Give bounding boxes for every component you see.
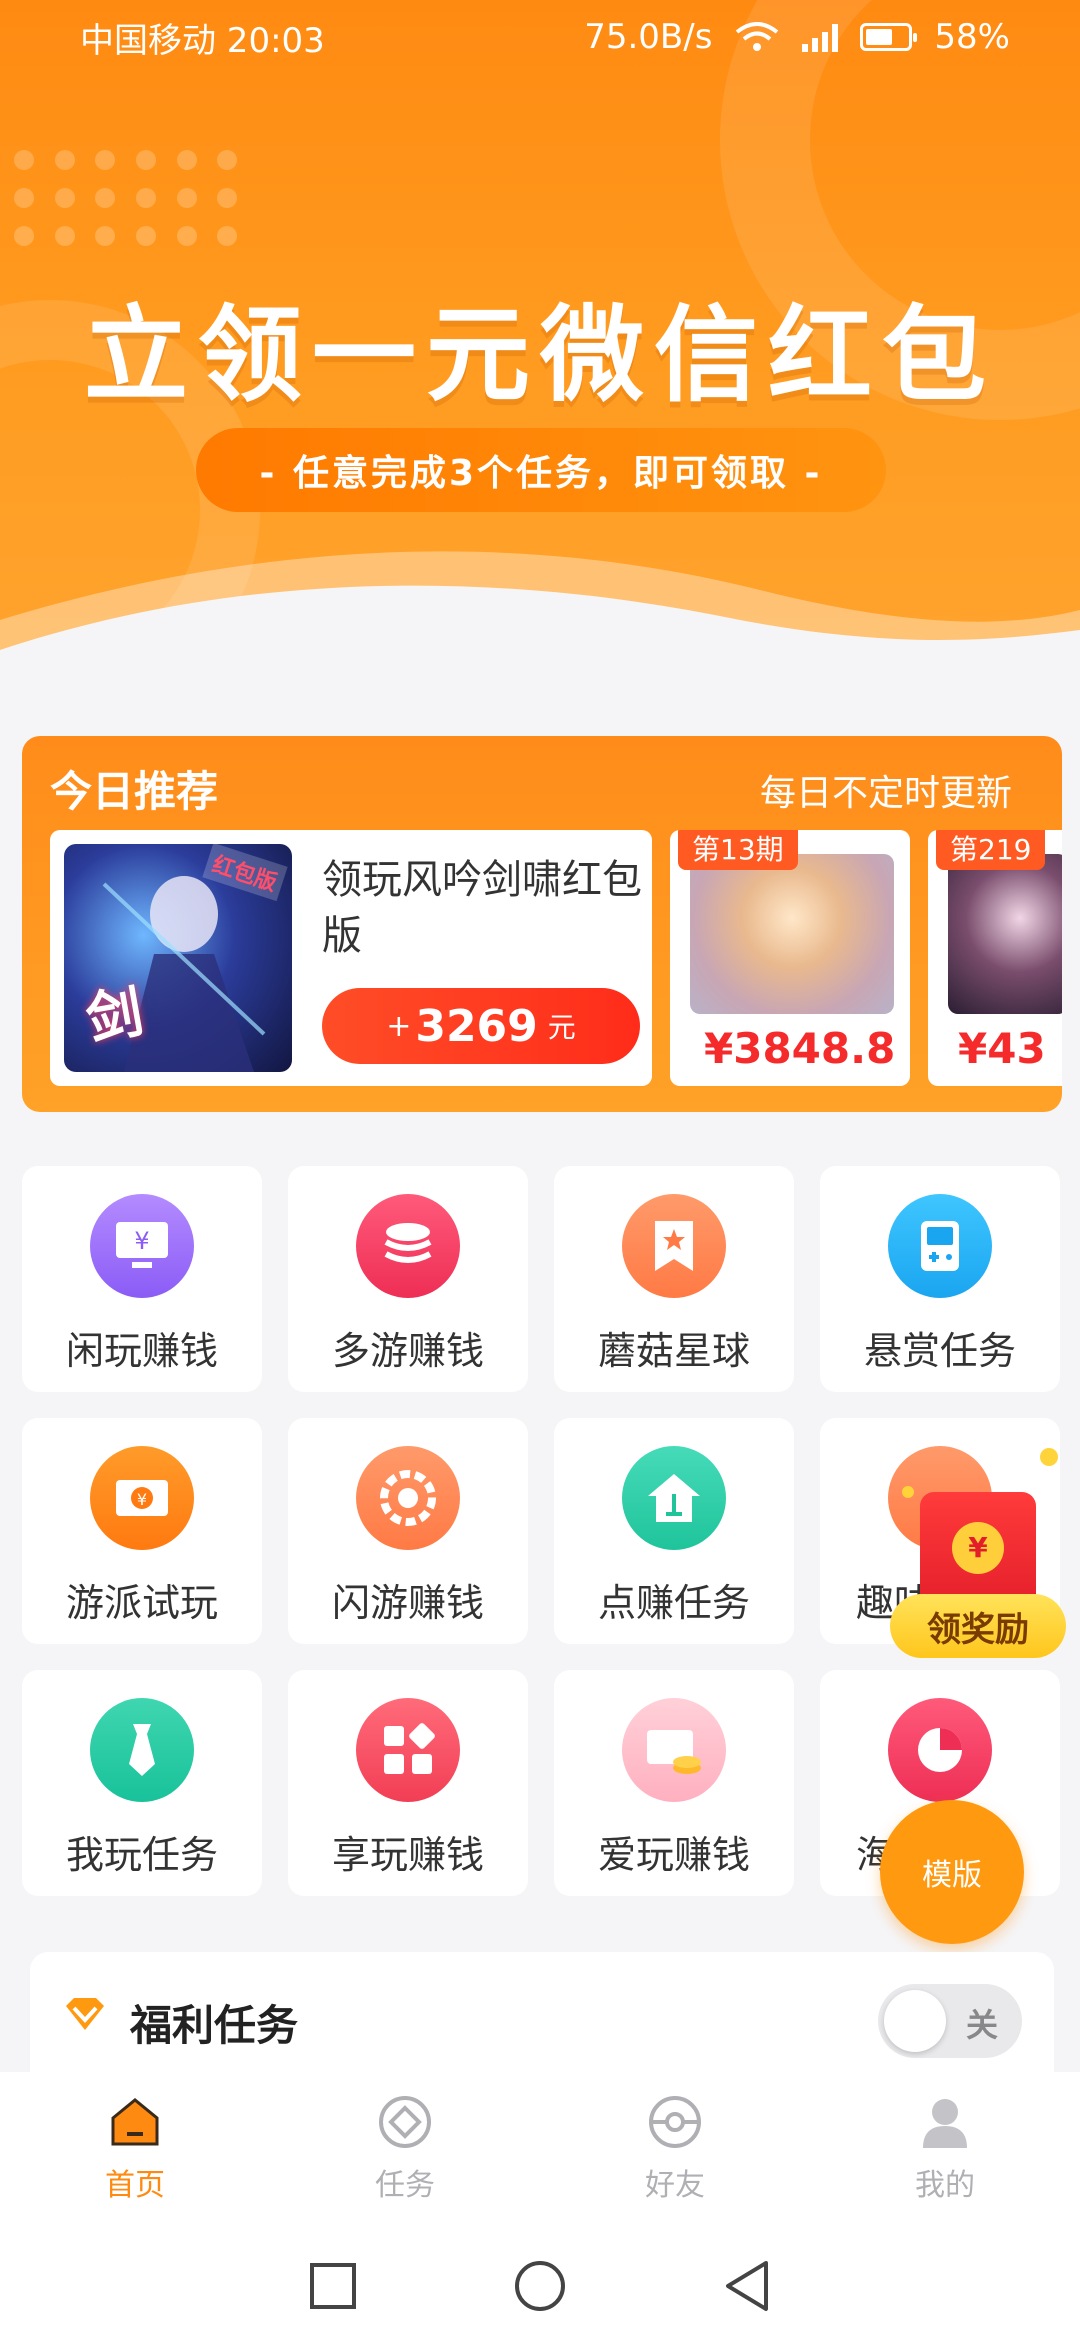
sparkle-icon xyxy=(1040,1448,1058,1466)
template-button[interactable]: 模版 xyxy=(880,1800,1024,1944)
toggle-knob xyxy=(884,1990,946,2052)
reward-plus: + xyxy=(386,1008,412,1044)
recommend-subtitle: 每日不定时更新 xyxy=(759,773,1012,814)
recommend-item-price: ¥43 xyxy=(958,1024,1046,1073)
wifi-icon xyxy=(736,22,779,51)
claim-reward-button[interactable]: 领奖励 xyxy=(890,1594,1066,1658)
featured-reward-button[interactable]: + 3269 元 xyxy=(322,988,640,1064)
recommend-item[interactable]: 第219 ¥43 xyxy=(928,830,1062,1086)
grid-item-label: 蘑菇星球 xyxy=(597,1329,750,1373)
reward-unit: 元 xyxy=(547,1011,576,1044)
banner-wave xyxy=(0,551,1080,700)
home-icon xyxy=(111,2098,159,2146)
bottom-tab-bar: 首页 任务 好友 我的 xyxy=(0,2072,1080,2232)
grid-item-label: 我玩任务 xyxy=(65,1833,218,1877)
grid-item-youpai[interactable]: ¥ 游派试玩 xyxy=(22,1418,262,1644)
tab-label: 我的 xyxy=(915,2168,975,2203)
grid-item-mogu[interactable]: 蘑菇星球 xyxy=(554,1166,794,1392)
recommend-title: 今日推荐 xyxy=(50,767,219,816)
reward-amount: 3269 xyxy=(415,1000,538,1052)
grid-item-label: 悬赏任务 xyxy=(863,1329,1016,1373)
gamepad-icon xyxy=(888,1194,992,1298)
grid-item-label: 享玩赚钱 xyxy=(331,1833,484,1877)
recommend-item-image xyxy=(690,854,894,1014)
svg-text:¥: ¥ xyxy=(134,1227,149,1255)
grid-item-label: 爱玩赚钱 xyxy=(597,1833,750,1877)
system-nav-bar xyxy=(0,2232,1080,2340)
today-recommend-card: 今日推荐 每日不定时更新 红包版 剑 领玩风吟剑啸红包版 + 3269 元 第1… xyxy=(22,736,1062,1112)
recommend-item-price: ¥3848.8 xyxy=(704,1024,896,1073)
recommend-item-period: 第13期 xyxy=(678,830,798,870)
welfare-toggle[interactable]: 关 xyxy=(878,1984,1022,2058)
grid-item-label: 游派试玩 xyxy=(65,1581,218,1625)
flower-icon xyxy=(356,1446,460,1550)
claim-reward-float[interactable]: ¥ 领奖励 xyxy=(890,1448,1066,1658)
recent-apps-button[interactable] xyxy=(308,2261,358,2311)
tab-me[interactable]: 我的 xyxy=(810,2072,1080,2232)
grid-item-xuanshang[interactable]: 悬赏任务 xyxy=(820,1166,1060,1392)
featured-game-image: 红包版 剑 xyxy=(64,844,292,1072)
carrier-time: 中国移动 20:03 xyxy=(80,20,325,61)
grid-item-label: 闪游赚钱 xyxy=(331,1581,484,1625)
tie-icon xyxy=(90,1698,194,1802)
task-icon xyxy=(379,2096,431,2148)
battery-icon xyxy=(860,23,918,51)
user-icon xyxy=(923,2099,967,2148)
grid-item-xiangwan[interactable]: 享玩赚钱 xyxy=(288,1670,528,1896)
hero-banner[interactable]: 中国移动 20:03 75.0B/s 58% 立领一元微信红包 - 任意完成3个… xyxy=(0,0,1080,700)
grid-item-shanyou[interactable]: 闪游赚钱 xyxy=(288,1418,528,1644)
featured-game-card[interactable]: 红包版 剑 领玩风吟剑啸红包版 + 3269 元 xyxy=(50,830,652,1086)
toggle-label: 关 xyxy=(965,2006,998,2044)
tab-home[interactable]: 首页 xyxy=(0,2072,270,2232)
featured-game-name: 领玩风吟剑啸红包版 xyxy=(322,857,642,959)
recommend-item-image xyxy=(948,854,1062,1014)
grid-item-aiwan[interactable]: 爱玩赚钱 xyxy=(554,1670,794,1896)
blocks-icon xyxy=(356,1698,460,1802)
grid-item-duoyou[interactable]: 多游赚钱 xyxy=(288,1166,528,1392)
grid-item-wowan[interactable]: 我玩任务 xyxy=(22,1670,262,1896)
pie-icon xyxy=(888,1698,992,1802)
house-icon xyxy=(622,1446,726,1550)
grid-item-label: 闲玩赚钱 xyxy=(65,1329,218,1373)
grid-item-xianwan[interactable]: ¥ 闲玩赚钱 xyxy=(22,1166,262,1392)
stack-icon xyxy=(356,1194,460,1298)
diamond-icon xyxy=(66,1998,104,2030)
sparkle-icon xyxy=(902,1486,914,1498)
battery-percent: 58% xyxy=(934,17,1010,57)
grid-item-dianzhuan[interactable]: 点赚任务 xyxy=(554,1418,794,1644)
svg-text:¥: ¥ xyxy=(137,1490,147,1509)
signal-icon xyxy=(802,22,839,52)
banknote-icon: ¥ xyxy=(90,1446,194,1550)
network-speed: 75.0B/s xyxy=(584,17,713,57)
banner-subtitle: - 任意完成3个任务，即可领取 - xyxy=(196,428,886,512)
recommend-item-period: 第219 xyxy=(936,830,1046,870)
banner-headline: 立领一元微信红包 xyxy=(83,294,996,416)
back-button[interactable] xyxy=(722,2259,772,2313)
welfare-title: 福利任务 xyxy=(130,2001,299,2050)
grid-item-label: 多游赚钱 xyxy=(331,1329,484,1373)
friends-icon xyxy=(649,2096,701,2148)
bookmark-star-icon xyxy=(622,1194,726,1298)
tab-tasks[interactable]: 任务 xyxy=(270,2072,540,2232)
recommend-item[interactable]: 第13期 ¥3848.8 xyxy=(670,830,910,1086)
tab-label: 首页 xyxy=(105,2168,165,2203)
coins-icon xyxy=(622,1698,726,1802)
monitor-yen-icon: ¥ xyxy=(90,1194,194,1298)
grid-item-label: 点赚任务 xyxy=(597,1581,750,1625)
tab-label: 好友 xyxy=(645,2168,705,2203)
home-button[interactable] xyxy=(513,2259,567,2313)
coin-icon: ¥ xyxy=(952,1522,1004,1574)
decor-dots xyxy=(14,150,244,250)
status-bar: 中国移动 20:03 75.0B/s 58% xyxy=(0,0,1080,74)
tab-friends[interactable]: 好友 xyxy=(540,2072,810,2232)
tab-label: 任务 xyxy=(375,2168,435,2203)
